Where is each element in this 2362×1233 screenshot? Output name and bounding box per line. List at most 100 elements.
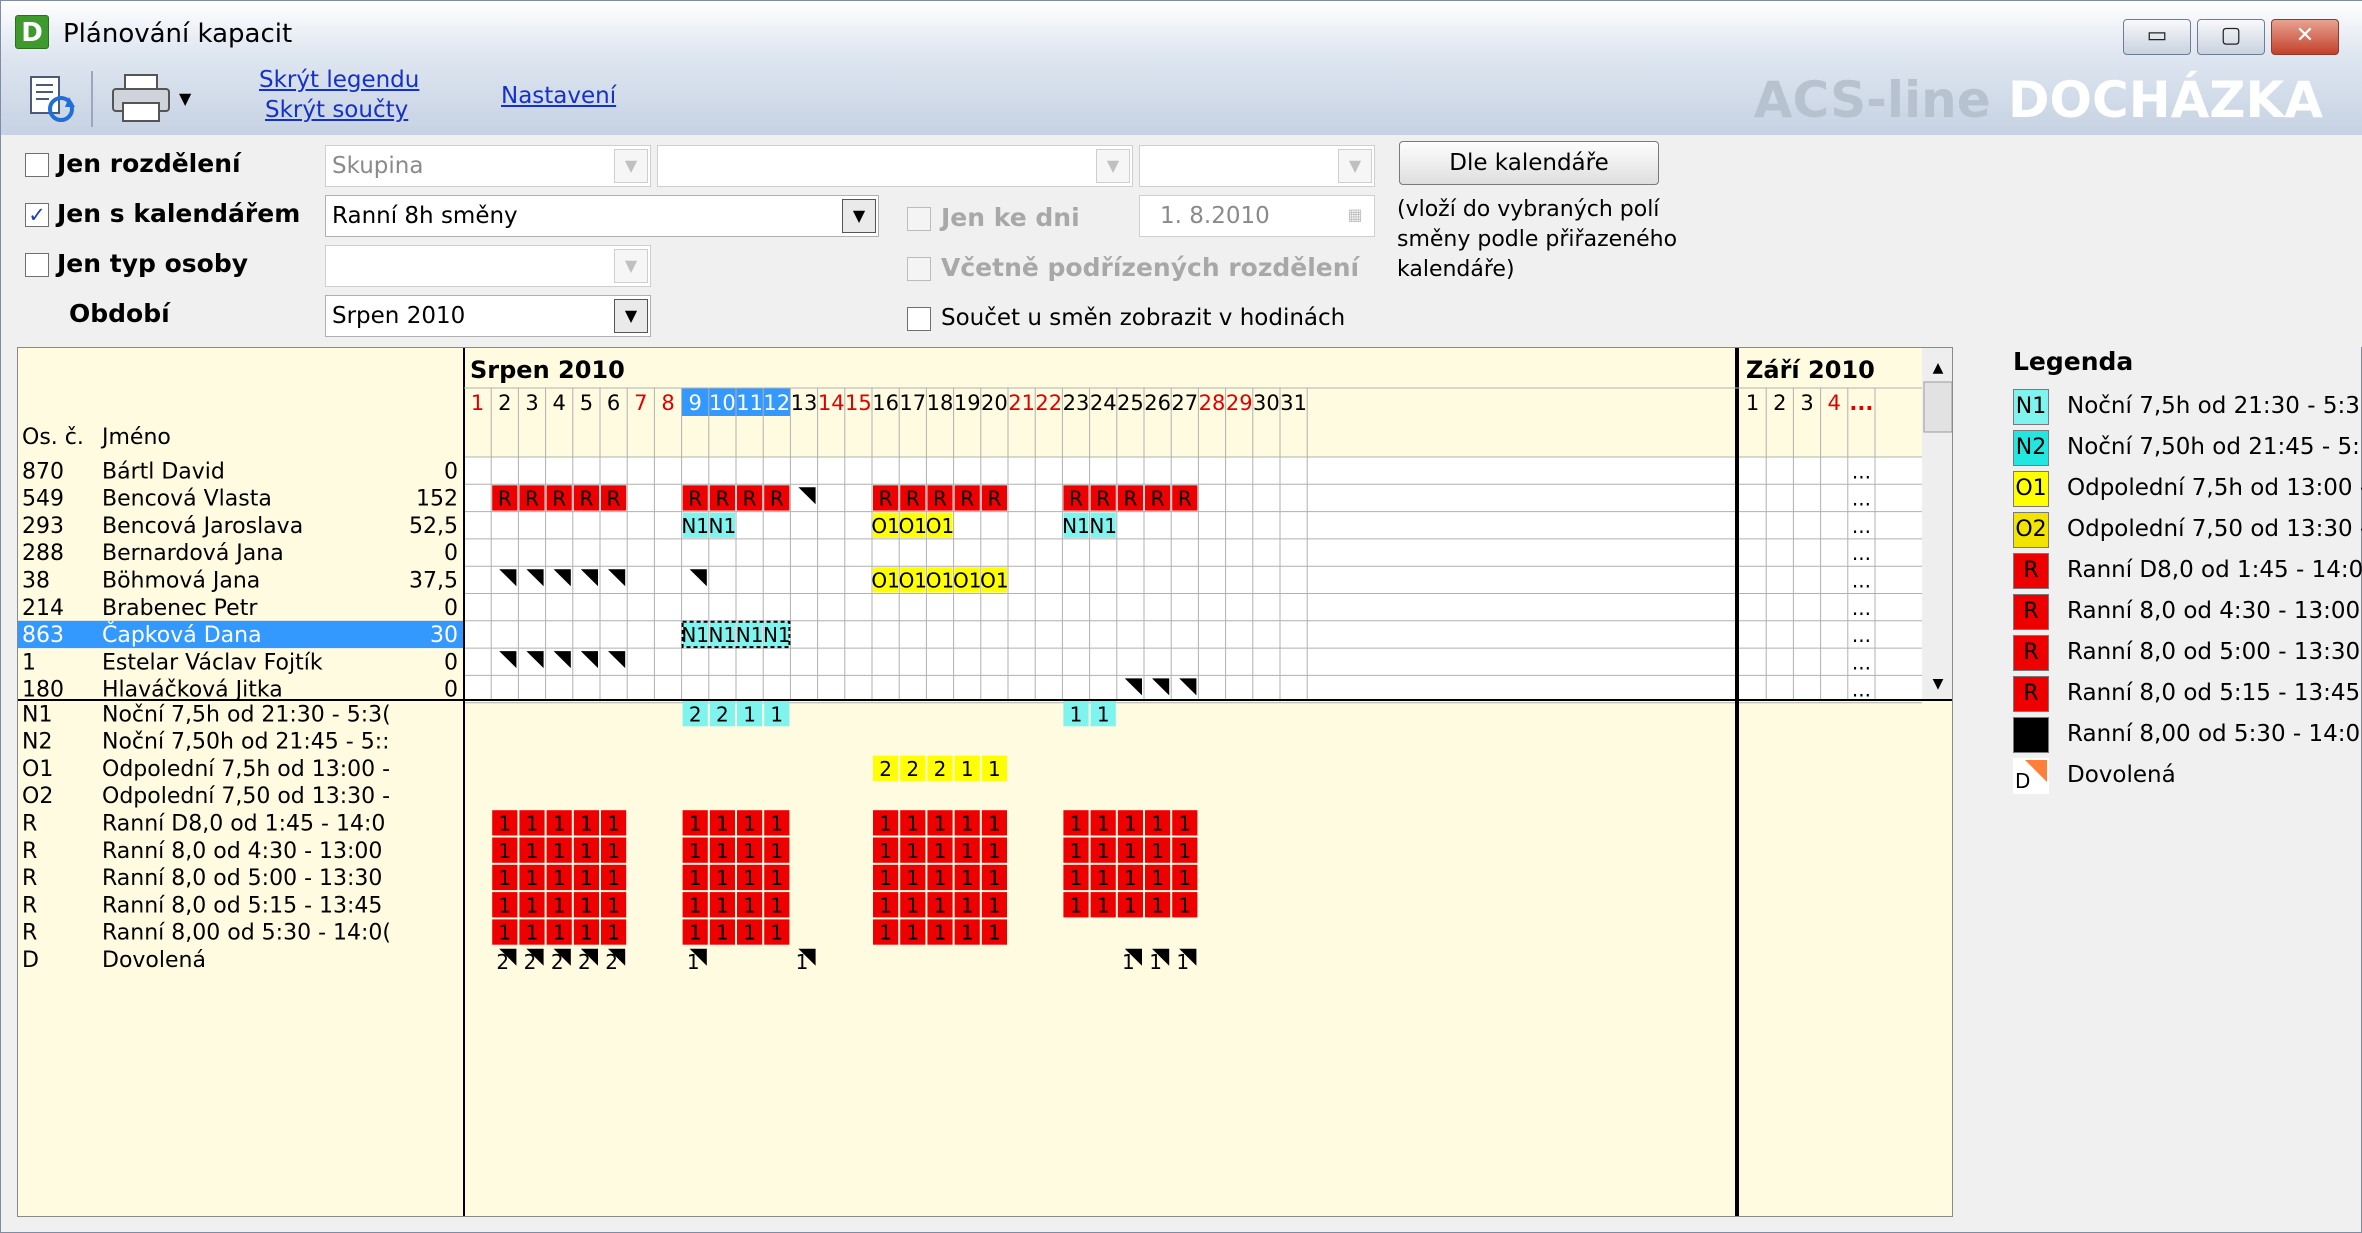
shift-code: N1 [1089, 514, 1117, 538]
calendar-combo[interactable]: Ranní 8h směny ▼ [325, 195, 879, 237]
refresh-icon[interactable] [25, 73, 77, 125]
date-picker[interactable]: 1. 8.2010 ▦ [1139, 195, 1375, 237]
scrollbar-thumb[interactable] [1923, 381, 1952, 433]
hide-legend-link[interactable]: Skrýt legendu [259, 67, 419, 93]
only-person-type-checkbox[interactable] [25, 253, 49, 277]
summary-count: 1 [879, 893, 892, 917]
person-name: Bernardová Jana [102, 541, 284, 566]
day-number: 4 [553, 391, 566, 415]
summary-count: 1 [743, 812, 756, 836]
day-number: 23 [1063, 391, 1090, 415]
person-name: Bencová Jaroslava [102, 514, 303, 539]
chevron-down-icon: ▼ [1096, 149, 1130, 183]
minimize-button[interactable]: ▭ [2123, 19, 2191, 55]
summary-count: 1 [1097, 812, 1110, 836]
sum-in-hours-checkbox[interactable] [907, 307, 931, 331]
chevron-down-icon: ▼ [614, 249, 648, 283]
legend-swatch: N2 [2013, 430, 2049, 466]
summary-count: 1 [1124, 812, 1137, 836]
legend-text: Ranní 8,00 od 5:30 - 14:0 [2067, 721, 2361, 747]
chevron-down-icon: ▼ [614, 299, 648, 333]
shift-code: O1 [871, 514, 899, 538]
summary-count: 1 [716, 893, 729, 917]
legend-text: Ranní 8,0 od 5:00 - 13:30 [2067, 639, 2361, 665]
day-number: 31 [1280, 391, 1307, 415]
shift-code: N1 [681, 623, 709, 647]
summary-code: O1 [22, 757, 53, 782]
chevron-down-icon: ▼ [842, 199, 876, 233]
division-combo[interactable]: ▼ [657, 145, 1133, 187]
shift-code: N1 [1062, 514, 1090, 538]
legend-text: Dovolená [2067, 762, 2176, 788]
summary-count: 1 [906, 893, 919, 917]
summary-count: 1 [1151, 866, 1164, 890]
summary-code: R [22, 839, 37, 864]
by-calendar-button[interactable]: Dle kalendáře [1399, 141, 1659, 185]
include-subdivisions-checkbox[interactable] [907, 257, 931, 281]
summary-count: 1 [716, 866, 729, 890]
group-combo[interactable]: Skupina ▼ [325, 145, 651, 187]
legend-text: Ranní D8,0 od 1:45 - 14:0 [2067, 557, 2362, 583]
shift-code: N1 [709, 623, 737, 647]
summary-count: 1 [498, 893, 511, 917]
capacity-grid[interactable]: Srpen 2010 Září 2010 Os. č. Jméno 1 2 3 4 5 6 7 8 9 1… [17, 347, 1953, 1217]
print-dropdown-arrow-icon[interactable]: ▼ [179, 89, 199, 108]
day-number: 4 [1828, 391, 1841, 415]
day-number: 27 [1171, 391, 1198, 415]
summary-count: 1 [716, 839, 729, 863]
hide-totals-link[interactable]: Skrýt součty [265, 97, 408, 123]
summary-count: 1 [716, 921, 729, 945]
person-total: 37,5 [409, 569, 458, 594]
shift-code: R [525, 487, 539, 511]
summary-count: 1 [689, 866, 702, 890]
shift-code: N1 [709, 514, 737, 538]
shift-code: R [1069, 487, 1083, 511]
only-calendar-label: Jen s kalendářem [57, 199, 301, 228]
summary-count: 1 [743, 866, 756, 890]
period-combo[interactable]: Srpen 2010 ▼ [325, 295, 651, 337]
subdivision-combo[interactable]: ▼ [1139, 145, 1375, 187]
summary-count: 1 [934, 839, 947, 863]
only-to-day-checkbox[interactable] [907, 207, 931, 231]
summary-count: 1 [1124, 893, 1137, 917]
legend-swatch: R [2013, 553, 2049, 589]
summary-code: R [22, 921, 37, 946]
day-number: 3 [525, 391, 538, 415]
more-days-indicator: ... [1852, 459, 1871, 483]
summary-count: 1 [770, 866, 783, 890]
person-number: 38 [22, 569, 50, 594]
shift-code: R [1178, 487, 1192, 511]
summary-count: 1 [1097, 866, 1110, 890]
person-number: 1 [22, 650, 36, 675]
only-calendar-checkbox[interactable]: ✓ [25, 203, 49, 227]
chevron-down-icon: ▼ [614, 149, 648, 183]
day-number: 11 [736, 391, 763, 415]
legend-text: Odpolední 7,5h od 13:00 - [2067, 475, 2362, 501]
day-number: 28 [1199, 391, 1226, 415]
day-number: 2 [1773, 391, 1786, 415]
person-type-combo[interactable]: ▼ [325, 245, 651, 287]
summary-count: 1 [934, 921, 947, 945]
shift-code: R [743, 487, 757, 511]
app-icon: D [15, 15, 49, 49]
legend-text: Odpolední 7,50 od 13:30 - [2067, 516, 2362, 542]
day-number: 10 [709, 391, 736, 415]
only-division-checkbox[interactable] [25, 153, 49, 177]
summary-count: 1 [743, 702, 756, 726]
shift-code: O1 [899, 514, 927, 538]
by-calendar-note: (vloží do vybraných polí směny podle při… [1397, 197, 1678, 282]
summary-count: 2 [551, 950, 564, 974]
summary-count: 1 [961, 812, 974, 836]
printer-icon[interactable] [109, 71, 173, 125]
summary-count: 1 [580, 812, 593, 836]
summary-count: 1 [580, 866, 593, 890]
maximize-button[interactable]: ▢ [2197, 19, 2265, 55]
settings-link[interactable]: Nastavení [501, 83, 616, 109]
close-button[interactable]: ✕ [2271, 19, 2339, 55]
summary-name: Noční 7,5h od 21:30 - 5:3( [102, 702, 391, 727]
summary-count: 1 [1178, 812, 1191, 836]
day-number: 14 [818, 391, 845, 415]
person-number: 870 [22, 459, 64, 484]
capacity-grid-canvas[interactable]: Srpen 2010 Září 2010Os. č. Jméno1 2 3 4 5 6 7 8 9 1… [18, 348, 1953, 1217]
person-number: 214 [22, 596, 64, 621]
